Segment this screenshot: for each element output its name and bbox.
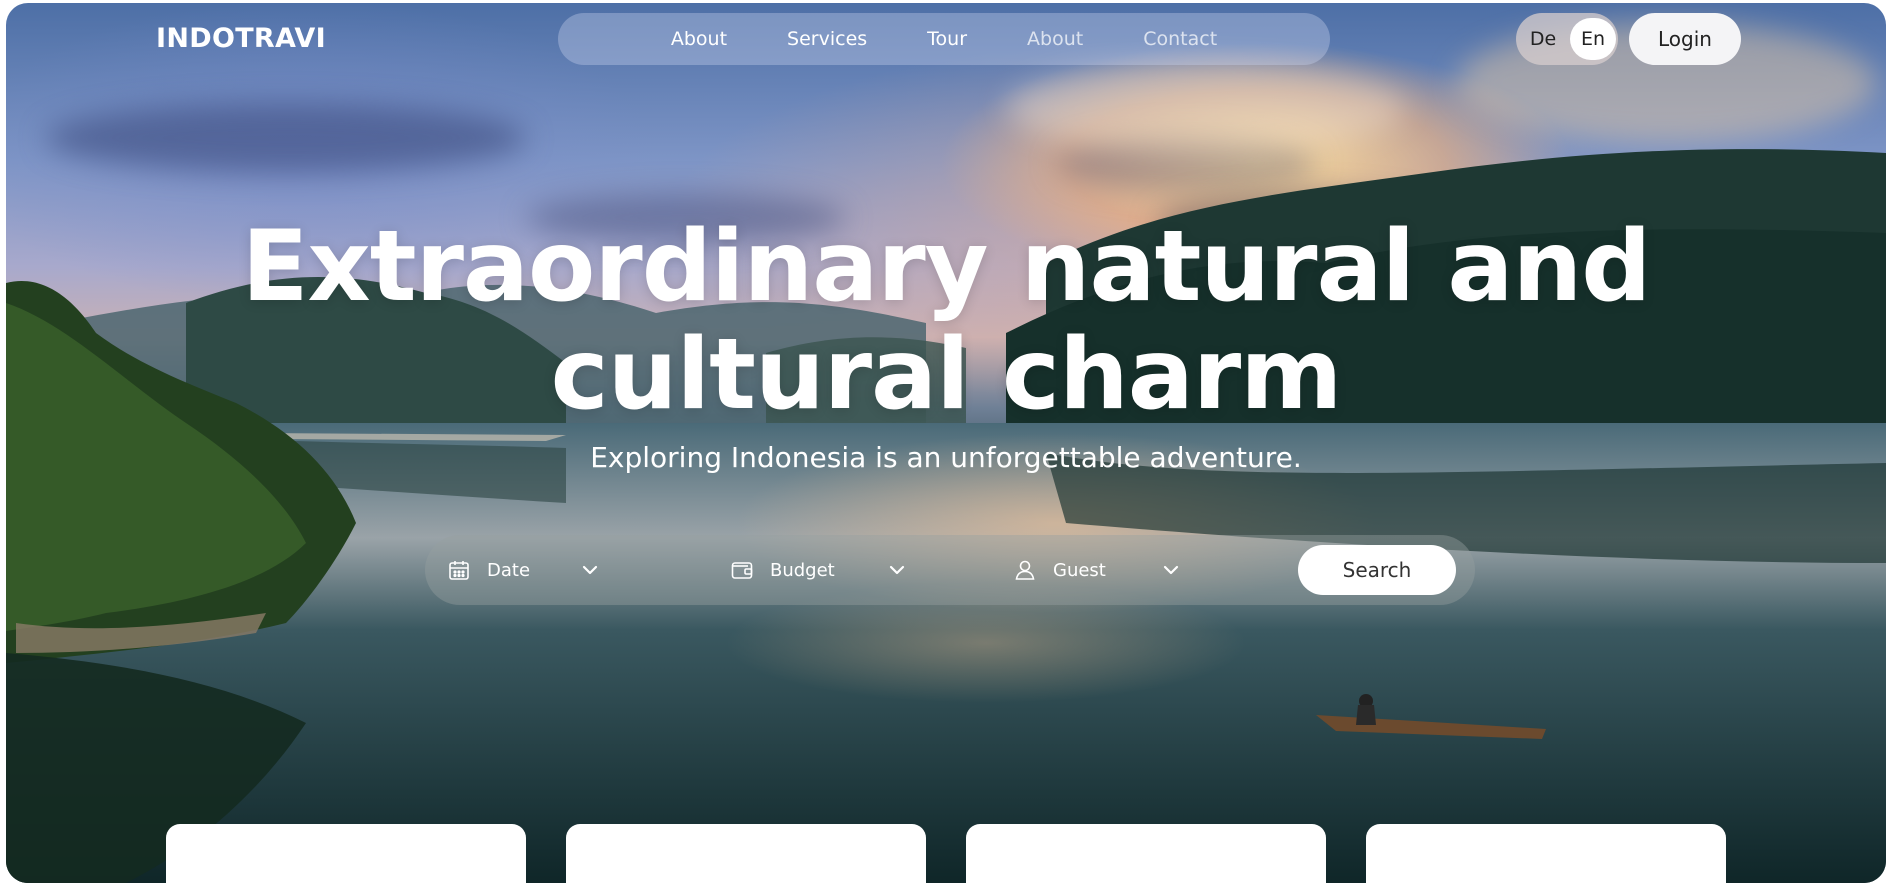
- nav-link-about[interactable]: About: [671, 28, 727, 50]
- guest-label: Guest: [1053, 559, 1106, 581]
- nav-link-contact[interactable]: Contact: [1143, 28, 1217, 50]
- hero-title: Extraordinary natural and cultural charm: [6, 213, 1886, 429]
- hero-section: INDOTRAVI About Services Tour About Cont…: [6, 3, 1886, 883]
- login-button[interactable]: Login: [1629, 13, 1741, 65]
- feature-card[interactable]: [966, 824, 1326, 883]
- lang-option-en[interactable]: En: [1570, 18, 1616, 60]
- feature-card[interactable]: [166, 824, 526, 883]
- calendar-icon: [447, 558, 471, 582]
- nav-link-services[interactable]: Services: [787, 28, 867, 50]
- user-icon: [1013, 558, 1037, 582]
- main-nav: About Services Tour About Contact: [558, 13, 1330, 65]
- chevron-down-icon: [580, 560, 600, 580]
- chevron-down-icon: [1161, 560, 1181, 580]
- search-button[interactable]: Search: [1298, 545, 1456, 595]
- search-bar: Date Budget Guest Search: [425, 535, 1475, 605]
- chevron-down-icon: [887, 560, 907, 580]
- hero-title-line-2: cultural charm: [550, 318, 1343, 432]
- language-toggle: De En: [1516, 13, 1618, 65]
- lang-option-de[interactable]: De: [1520, 18, 1566, 60]
- hero-subtitle: Exploring Indonesia is an unforgettable …: [590, 441, 1302, 474]
- guest-dropdown[interactable]: Guest: [1013, 535, 1213, 605]
- feature-card[interactable]: [1366, 824, 1726, 883]
- feature-card[interactable]: [566, 824, 926, 883]
- brand-logo[interactable]: INDOTRAVI: [156, 23, 326, 54]
- nav-link-tour[interactable]: Tour: [927, 28, 967, 50]
- wallet-icon: [730, 558, 754, 582]
- budget-label: Budget: [770, 559, 835, 581]
- hero-title-line-1: Extraordinary natural and: [241, 210, 1652, 324]
- budget-dropdown[interactable]: Budget: [730, 535, 930, 605]
- nav-link-about-2[interactable]: About: [1027, 28, 1083, 50]
- date-dropdown[interactable]: Date: [447, 535, 617, 605]
- date-label: Date: [487, 559, 531, 581]
